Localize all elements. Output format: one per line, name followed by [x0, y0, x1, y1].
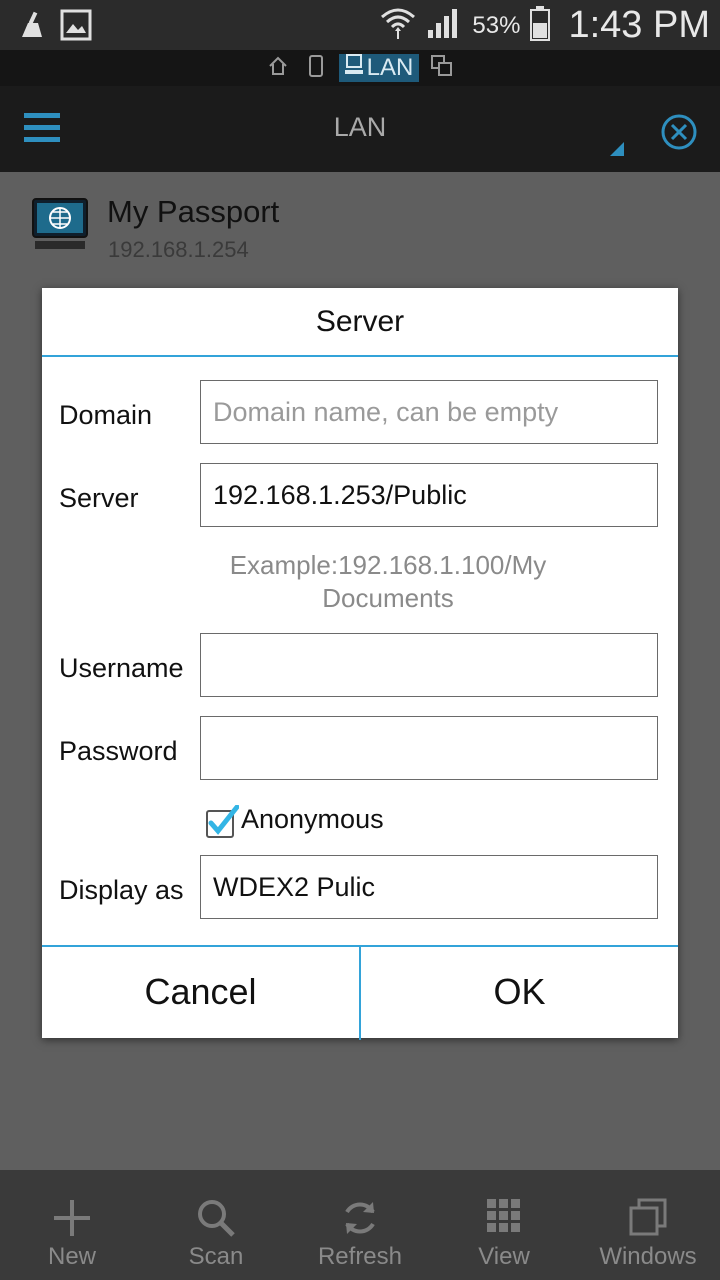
dropdown-indicator-icon	[610, 142, 624, 156]
windows-small-icon	[431, 54, 453, 82]
refresh-icon	[340, 1198, 380, 1243]
wifi-icon	[380, 5, 416, 46]
home-tab[interactable]	[263, 54, 293, 82]
page-title: LAN	[333, 112, 387, 142]
view-button[interactable]: View	[432, 1170, 576, 1280]
list-item[interactable]: My Passport 192.168.1.254	[0, 172, 720, 272]
password-input[interactable]	[200, 716, 658, 780]
scan-label: Scan	[188, 1243, 244, 1270]
search-icon	[196, 1198, 236, 1243]
new-button[interactable]: New	[0, 1170, 144, 1280]
checkbox-checked-icon	[205, 804, 240, 838]
domain-input[interactable]: Domain name, can be empty	[200, 380, 658, 444]
image-icon	[60, 9, 92, 46]
plus-icon	[52, 1198, 92, 1243]
cleaner-icon	[18, 9, 46, 46]
server-ip: 192.168.1.254	[108, 237, 249, 262]
server-input[interactable]: 192.168.1.253/Public	[200, 463, 658, 527]
server-label: Server	[59, 483, 139, 513]
server-example-hint: Example:192.168.1.100/My Documents	[229, 550, 547, 613]
new-label: New	[47, 1243, 96, 1270]
bottom-toolbar: New Scan Refresh View Windows	[0, 1170, 720, 1280]
cancel-button[interactable]: Cancel	[42, 947, 361, 1040]
windows-icon	[629, 1198, 667, 1241]
grid-icon	[486, 1198, 522, 1239]
lan-tab-label: LAN	[366, 54, 414, 81]
clock: 1:43 PM	[568, 4, 710, 46]
battery-percent: 53%	[472, 11, 521, 39]
network-computer-icon	[31, 197, 89, 258]
password-label: Password	[59, 736, 178, 766]
remote-tab[interactable]	[427, 54, 457, 82]
location-bar: LAN	[0, 50, 720, 86]
signal-icon	[426, 6, 462, 45]
status-bar: 53% 1:43 PM	[0, 0, 720, 50]
anonymous-checkbox[interactable]: Anonymous	[205, 804, 384, 838]
anonymous-label: Anonymous	[241, 804, 384, 834]
display-as-label: Display as	[59, 875, 184, 905]
ok-button[interactable]: OK	[361, 947, 678, 1040]
windows-button[interactable]: Windows	[576, 1170, 720, 1280]
battery-icon	[530, 5, 551, 46]
domain-label: Domain	[59, 400, 153, 430]
windows-label: Windows	[599, 1243, 697, 1270]
scan-button[interactable]: Scan	[144, 1170, 288, 1280]
phone-icon	[308, 54, 323, 82]
computer-icon	[344, 53, 363, 83]
refresh-button[interactable]: Refresh	[288, 1170, 432, 1280]
dialog-title: Server	[42, 288, 678, 357]
close-icon	[659, 114, 699, 156]
display-as-input[interactable]: WDEX2 Pulic	[200, 855, 658, 919]
device-tab[interactable]	[301, 54, 331, 82]
refresh-label: Refresh	[317, 1243, 403, 1270]
dialog-buttons: Cancel OK	[42, 945, 678, 1040]
server-name: My Passport	[107, 194, 280, 229]
close-button[interactable]	[659, 112, 699, 157]
server-dialog: Server Domain Domain name, can be empty …	[42, 288, 678, 1040]
username-label: Username	[59, 653, 184, 683]
app-bar: LAN	[0, 86, 720, 172]
lan-tab[interactable]: LAN	[338, 53, 420, 83]
view-label: View	[478, 1243, 530, 1270]
home-icon	[268, 56, 288, 81]
username-input[interactable]	[200, 633, 658, 697]
